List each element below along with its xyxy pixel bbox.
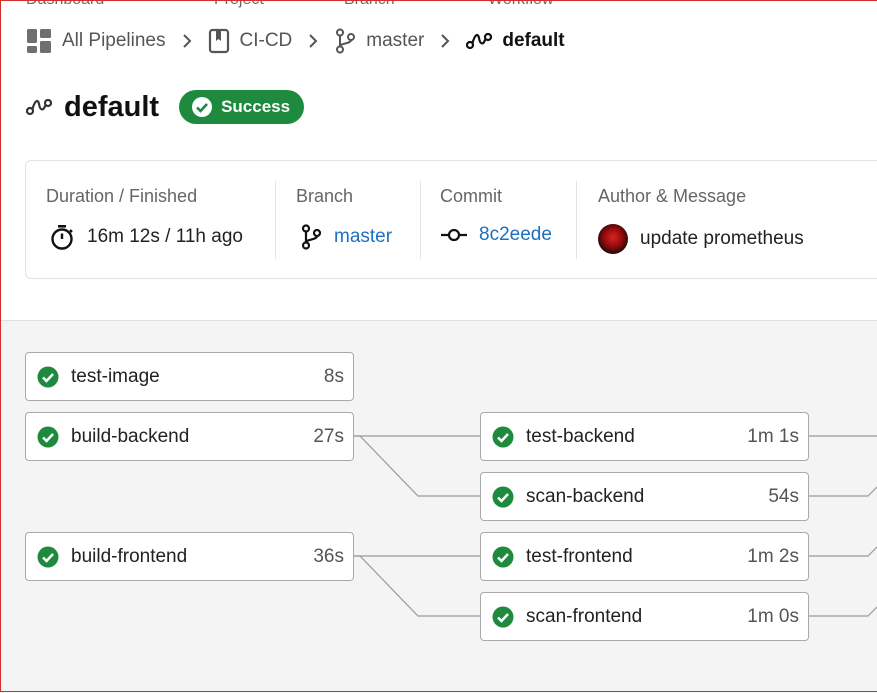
- breadcrumb-header-branch: Branch: [344, 0, 395, 9]
- divider: [275, 181, 276, 259]
- commit-label: Commit: [440, 186, 502, 206]
- page-title: default: [64, 90, 160, 123]
- commit-link[interactable]: 8c2eede: [479, 224, 552, 246]
- job-test-backend[interactable]: test-backend 1m 1s: [480, 412, 809, 461]
- status-label: Success: [221, 97, 291, 116]
- commit-value-row[interactable]: 8c2eede: [441, 224, 552, 246]
- check-circle-icon: [492, 606, 514, 627]
- divider: [420, 181, 421, 259]
- dashboard-icon: [27, 29, 51, 53]
- workflow-icon: [26, 98, 52, 116]
- breadcrumb-project[interactable]: CI-CD: [208, 28, 293, 54]
- duration-label: Duration / Finished: [46, 186, 198, 206]
- breadcrumb-label-all-pipelines: All Pipelines: [62, 30, 166, 51]
- breadcrumb-label-workflow: default: [502, 30, 565, 51]
- branch-label: Branch: [296, 186, 354, 206]
- chevron-right-icon: [308, 33, 318, 49]
- breadcrumb-header-project: Project: [214, 0, 264, 9]
- duration-value: 16m 12s / 11h ago: [87, 226, 243, 247]
- job-name: scan-frontend: [526, 605, 643, 627]
- check-circle-icon: [192, 97, 213, 117]
- breadcrumb: All Pipelines CI-CD master default: [26, 26, 565, 56]
- project-icon: [208, 28, 229, 54]
- job-name: build-frontend: [71, 545, 188, 567]
- check-circle-icon: [37, 426, 59, 447]
- job-duration: 36s: [313, 545, 344, 567]
- branch-link[interactable]: master: [334, 226, 392, 248]
- breadcrumb-label-branch: master: [366, 30, 425, 51]
- check-circle-icon: [492, 426, 514, 447]
- check-circle-icon: [492, 486, 514, 507]
- job-name: build-backend: [71, 425, 190, 447]
- branch-value-row[interactable]: master: [300, 224, 392, 250]
- job-duration: 1m 2s: [747, 545, 799, 567]
- commit-icon: [441, 228, 467, 242]
- job-name: test-frontend: [526, 545, 633, 567]
- job-duration: 54s: [768, 485, 799, 507]
- duration-value-row: 16m 12s / 11h ago: [49, 224, 243, 250]
- job-scan-frontend[interactable]: scan-frontend 1m 0s: [480, 592, 809, 641]
- job-duration: 1m 0s: [747, 605, 799, 627]
- check-circle-icon: [37, 546, 59, 567]
- commit-message: update prometheus: [640, 228, 804, 249]
- job-duration: 8s: [323, 365, 344, 387]
- avatar: [598, 224, 628, 254]
- breadcrumb-label-project: CI-CD: [239, 30, 293, 51]
- breadcrumb-header-dashboard: Dashboard: [26, 0, 104, 9]
- job-build-frontend[interactable]: build-frontend 36s: [25, 532, 354, 581]
- breadcrumb-branch[interactable]: master: [334, 28, 424, 54]
- pipeline-graph: test-image 8s build-backend 27s build-fr…: [0, 320, 877, 693]
- check-circle-icon: [37, 366, 59, 387]
- job-scan-backend[interactable]: scan-backend 54s: [480, 472, 809, 521]
- branch-icon: [336, 28, 356, 54]
- job-duration: 1m 1s: [747, 425, 799, 447]
- workflow-icon: [466, 32, 493, 50]
- job-build-backend[interactable]: build-backend 27s: [25, 412, 354, 461]
- divider: [576, 181, 577, 259]
- branch-icon: [301, 224, 322, 250]
- job-test-image[interactable]: test-image 8s: [25, 352, 354, 401]
- author-value-row: update prometheus: [598, 224, 804, 254]
- job-test-frontend[interactable]: test-frontend 1m 2s: [480, 532, 809, 581]
- breadcrumb-workflow: default: [466, 30, 565, 52]
- author-label: Author & Message: [598, 186, 747, 206]
- breadcrumb-all-pipelines[interactable]: All Pipelines: [26, 28, 166, 54]
- chevron-right-icon: [440, 33, 450, 49]
- page-header: default Success: [26, 88, 305, 126]
- timer-icon: [51, 225, 73, 250]
- job-name: test-image: [71, 365, 160, 387]
- chevron-right-icon: [182, 33, 192, 49]
- status-badge: Success: [179, 90, 305, 124]
- job-name: test-backend: [526, 425, 635, 447]
- job-duration: 27s: [313, 425, 344, 447]
- check-circle-icon: [492, 546, 514, 567]
- breadcrumb-header-workflow: Workflow: [488, 0, 554, 9]
- pipeline-info-card: Duration / Finished 16m 12s / 11h ago Br…: [25, 160, 877, 279]
- job-name: scan-backend: [526, 485, 645, 507]
